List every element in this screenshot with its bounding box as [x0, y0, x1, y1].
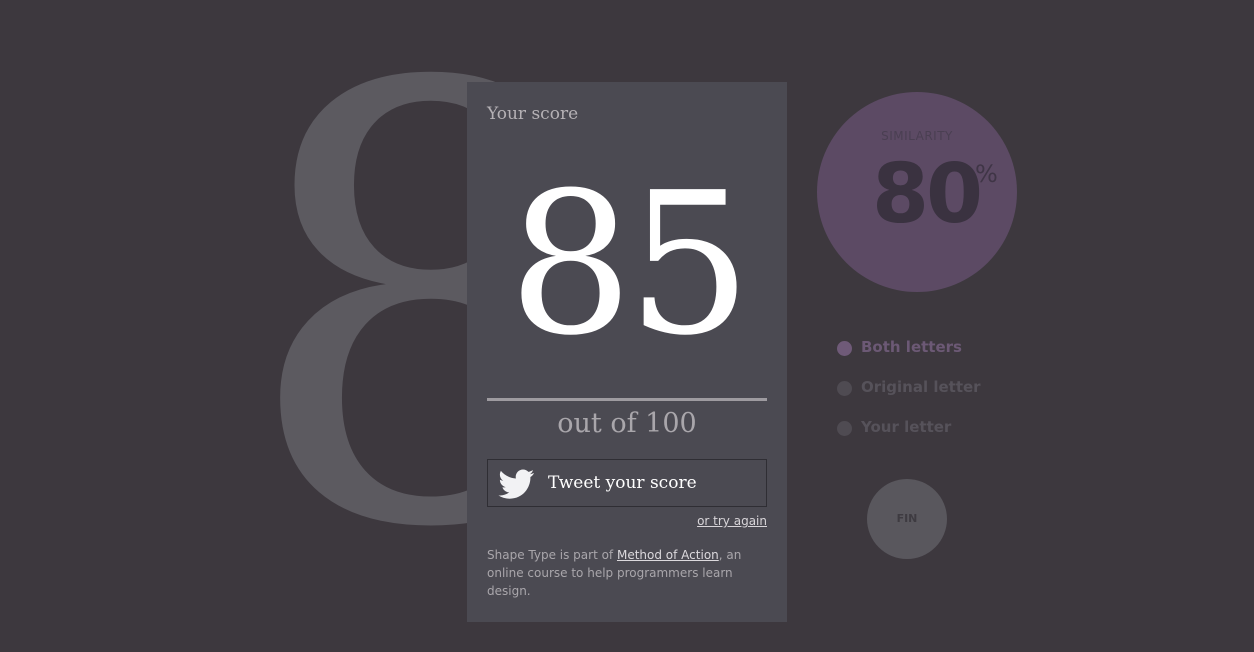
- fin-button[interactable]: FIN: [867, 479, 947, 559]
- score-screen: 8 Your score 85 out of 100 Tweet your sc…: [0, 0, 1254, 652]
- circle-dot-icon: [837, 381, 852, 396]
- tweet-score-button[interactable]: Tweet your score: [487, 459, 767, 507]
- score-out-of: out of 100: [557, 408, 697, 439]
- legend-label: Original letter: [861, 378, 981, 396]
- circle-dot-icon: [837, 341, 852, 356]
- fin-label: FIN: [896, 512, 918, 525]
- similarity-percent-sign: %: [975, 160, 998, 188]
- legend-label: Both letters: [861, 338, 962, 356]
- score-value: 85: [508, 151, 751, 379]
- twitter-bird-icon: [498, 469, 534, 499]
- legend-label: Your letter: [861, 418, 952, 436]
- similarity-badge: SIMILARITY 80 %: [817, 92, 1017, 292]
- circle-dot-icon: [837, 421, 852, 436]
- similarity-label: SIMILARITY: [881, 129, 953, 143]
- score-divider: [487, 398, 767, 401]
- tweet-score-label: Tweet your score: [548, 473, 697, 493]
- course-footer-text: Shape Type is part of Method of Action, …: [487, 546, 767, 600]
- score-title: Your score: [487, 104, 579, 124]
- footer-prefix: Shape Type is part of: [487, 548, 617, 562]
- method-of-action-link[interactable]: Method of Action: [617, 548, 719, 562]
- similarity-value: 80: [872, 147, 983, 242]
- score-panel: Your score 85 out of 100 Tweet your scor…: [467, 82, 787, 622]
- try-again-link[interactable]: or try again: [697, 514, 767, 528]
